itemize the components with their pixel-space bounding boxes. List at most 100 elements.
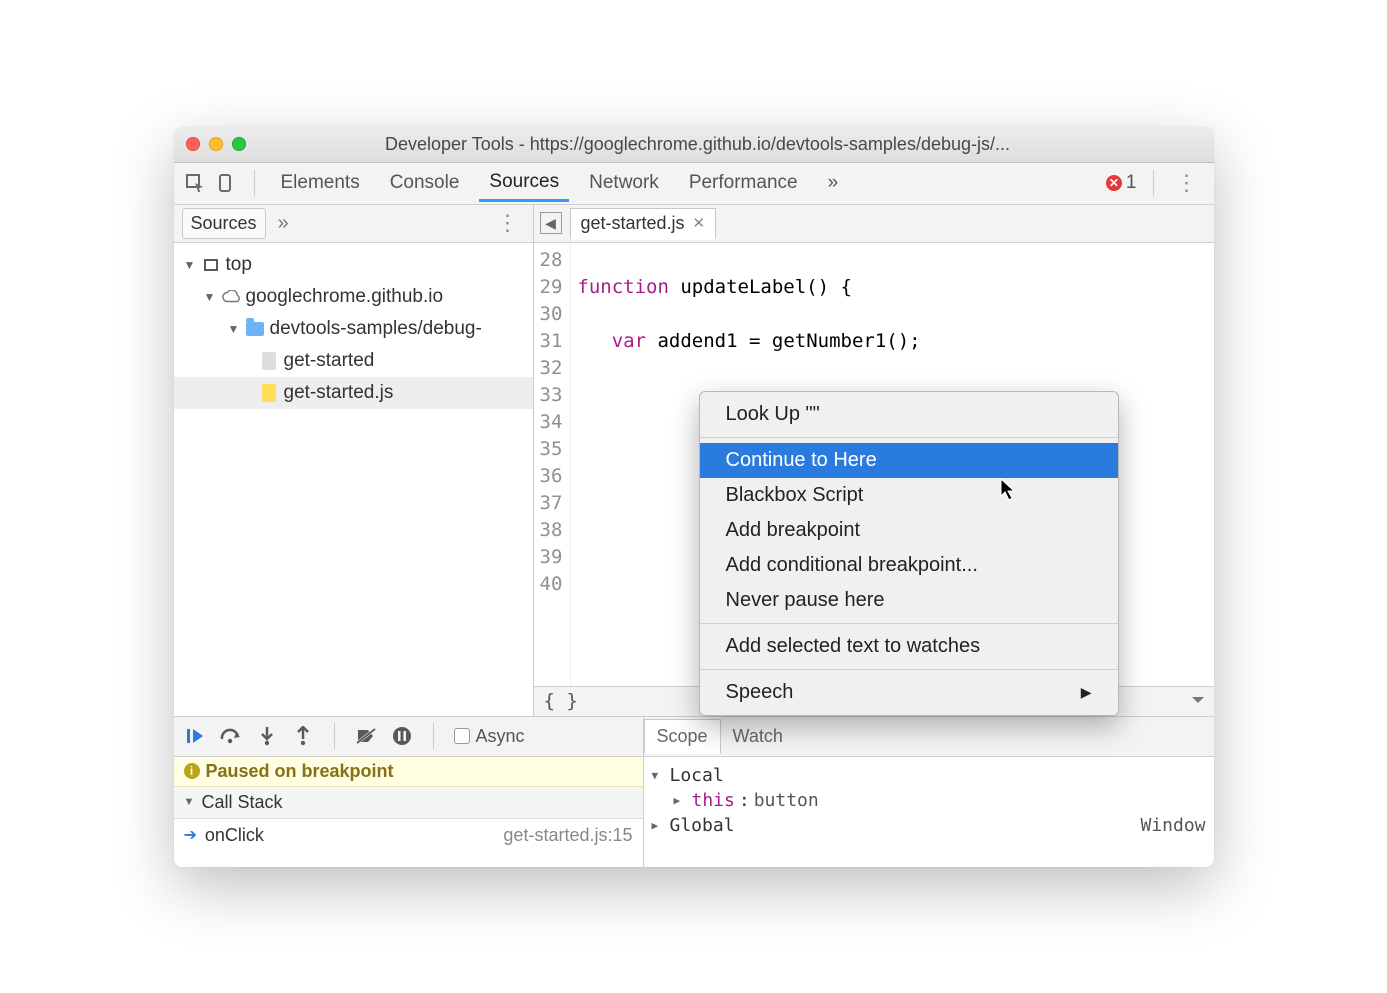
disclosure-icon: ▶	[652, 819, 666, 832]
tree-frame-top[interactable]: ▼ top	[174, 249, 533, 281]
submenu-arrow-icon: ▶	[1081, 684, 1092, 701]
navigator-pane: Sources » ⋮ ▼ top ▼ googlechrome.github.…	[174, 205, 534, 716]
menu-blackbox-script[interactable]: Blackbox Script	[700, 478, 1118, 513]
info-icon: i	[184, 763, 200, 779]
menu-separator	[700, 669, 1118, 670]
error-badge[interactable]: ✕ 1	[1106, 172, 1137, 194]
line-number: 28	[540, 247, 563, 274]
disclosure-icon: ▼	[652, 769, 666, 782]
scope-global[interactable]: ▶ Global Window	[652, 813, 1206, 838]
tab-sources[interactable]: Sources	[479, 165, 569, 202]
frame-name: onClick	[205, 825, 264, 846]
line-number: 29	[540, 274, 563, 301]
debugger-toolbar: Async	[174, 717, 643, 757]
async-label: Async	[476, 726, 525, 747]
editor-header: ◀ get-started.js ✕	[534, 205, 1214, 243]
tab-console[interactable]: Console	[380, 166, 470, 200]
deactivate-breakpoints-button[interactable]	[355, 725, 377, 747]
tree-domain[interactable]: ▼ googlechrome.github.io	[174, 281, 533, 313]
close-tab-icon[interactable]: ✕	[693, 214, 706, 232]
step-into-button[interactable]	[256, 725, 278, 747]
menu-never-pause-here[interactable]: Never pause here	[700, 583, 1118, 618]
pause-text: Paused on breakpoint	[206, 761, 394, 782]
frame-location: get-started.js:15	[503, 825, 632, 846]
navigator-overflow[interactable]: »	[278, 212, 289, 235]
scope-label: Local	[670, 765, 724, 786]
checkbox-icon	[454, 728, 470, 744]
tree-label: top	[226, 254, 252, 276]
pause-message: i Paused on breakpoint	[174, 757, 643, 787]
tab-elements[interactable]: Elements	[271, 166, 370, 200]
navigator-tab-sources[interactable]: Sources	[182, 208, 266, 239]
titlebar: Developer Tools - https://googlechrome.g…	[174, 127, 1214, 163]
debugger-left: Async i Paused on breakpoint ▼ Call Stac…	[174, 717, 644, 867]
device-icon[interactable]	[216, 172, 238, 194]
navigator-menu-icon[interactable]: ⋮	[491, 210, 525, 236]
menu-add-conditional-breakpoint[interactable]: Add conditional breakpoint...	[700, 548, 1118, 583]
tab-overflow[interactable]: »	[818, 166, 849, 200]
scope-label: Global	[670, 815, 735, 836]
scope-key: this	[692, 790, 735, 811]
minimize-window-button[interactable]	[209, 137, 223, 151]
file-tree: ▼ top ▼ googlechrome.github.io ▼ devtool…	[174, 243, 533, 415]
scope-value: button	[754, 790, 819, 811]
debugger-panel: Async i Paused on breakpoint ▼ Call Stac…	[174, 717, 1214, 867]
tree-file-html[interactable]: get-started	[174, 345, 533, 377]
scope-tab-watch[interactable]: Watch	[721, 720, 795, 753]
gutter: 28 29 3031323334353637383940	[534, 243, 572, 686]
tree-label: devtools-samples/debug-	[270, 318, 482, 340]
async-checkbox[interactable]: Async	[454, 726, 525, 747]
main-toolbar: Elements Console Sources Network Perform…	[174, 163, 1214, 205]
menu-separator	[700, 437, 1118, 438]
editor-file-tab[interactable]: get-started.js ✕	[570, 208, 717, 240]
stack-frame[interactable]: ➔ onClick get-started.js:15	[174, 819, 643, 852]
separator	[433, 723, 434, 749]
tab-network[interactable]: Network	[579, 166, 669, 200]
error-icon: ✕	[1106, 175, 1122, 191]
current-frame-icon: ➔	[184, 825, 197, 845]
menu-continue-to-here[interactable]: Continue to Here	[700, 443, 1118, 478]
disclosure-icon: ▼	[184, 796, 198, 808]
dropdown-icon[interactable]	[1192, 697, 1204, 709]
context-menu: Look Up "" Continue to Here Blackbox Scr…	[699, 391, 1119, 716]
scope-this[interactable]: ▶ this: button	[652, 788, 1206, 813]
menu-add-breakpoint[interactable]: Add breakpoint	[700, 513, 1118, 548]
separator	[334, 723, 335, 749]
disclosure-icon: ▼	[184, 258, 196, 272]
zoom-window-button[interactable]	[232, 137, 246, 151]
separator	[254, 170, 255, 196]
tab-performance[interactable]: Performance	[679, 166, 808, 200]
callstack-header[interactable]: ▼ Call Stack	[174, 787, 643, 819]
tree-label: get-started.js	[284, 382, 394, 404]
navigator-header: Sources » ⋮	[174, 205, 533, 243]
toggle-navigator-icon[interactable]: ◀	[540, 212, 562, 234]
js-file-icon	[260, 384, 278, 402]
editor-footer-label[interactable]: { }	[544, 690, 578, 712]
file-tab-label: get-started.js	[581, 213, 685, 234]
error-count: 1	[1126, 172, 1137, 194]
separator	[1153, 170, 1154, 196]
disclosure-icon: ▼	[204, 290, 216, 304]
menu-speech[interactable]: Speech ▶	[700, 675, 1118, 710]
scope-value: Window	[1140, 815, 1205, 836]
inspect-icon[interactable]	[184, 172, 206, 194]
step-over-button[interactable]	[220, 725, 242, 747]
disclosure-icon: ▶	[674, 794, 688, 807]
pause-exceptions-button[interactable]	[391, 725, 413, 747]
tree-file-js[interactable]: get-started.js	[174, 377, 533, 409]
window-title: Developer Tools - https://googlechrome.g…	[254, 134, 1202, 155]
folder-icon	[246, 320, 264, 338]
document-icon	[260, 352, 278, 370]
tree-label: googlechrome.github.io	[246, 286, 444, 308]
resume-button[interactable]	[184, 725, 206, 747]
close-window-button[interactable]	[186, 137, 200, 151]
tree-label: get-started	[284, 350, 375, 372]
tree-folder[interactable]: ▼ devtools-samples/debug-	[174, 313, 533, 345]
scope-tabs: Scope Watch	[644, 717, 1214, 757]
scope-local[interactable]: ▼ Local	[652, 763, 1206, 788]
menu-add-to-watches[interactable]: Add selected text to watches	[700, 629, 1118, 664]
scope-tab-scope[interactable]: Scope	[644, 719, 721, 754]
menu-lookup[interactable]: Look Up ""	[700, 397, 1118, 432]
step-out-button[interactable]	[292, 725, 314, 747]
menu-icon[interactable]: ⋮	[1170, 170, 1204, 196]
